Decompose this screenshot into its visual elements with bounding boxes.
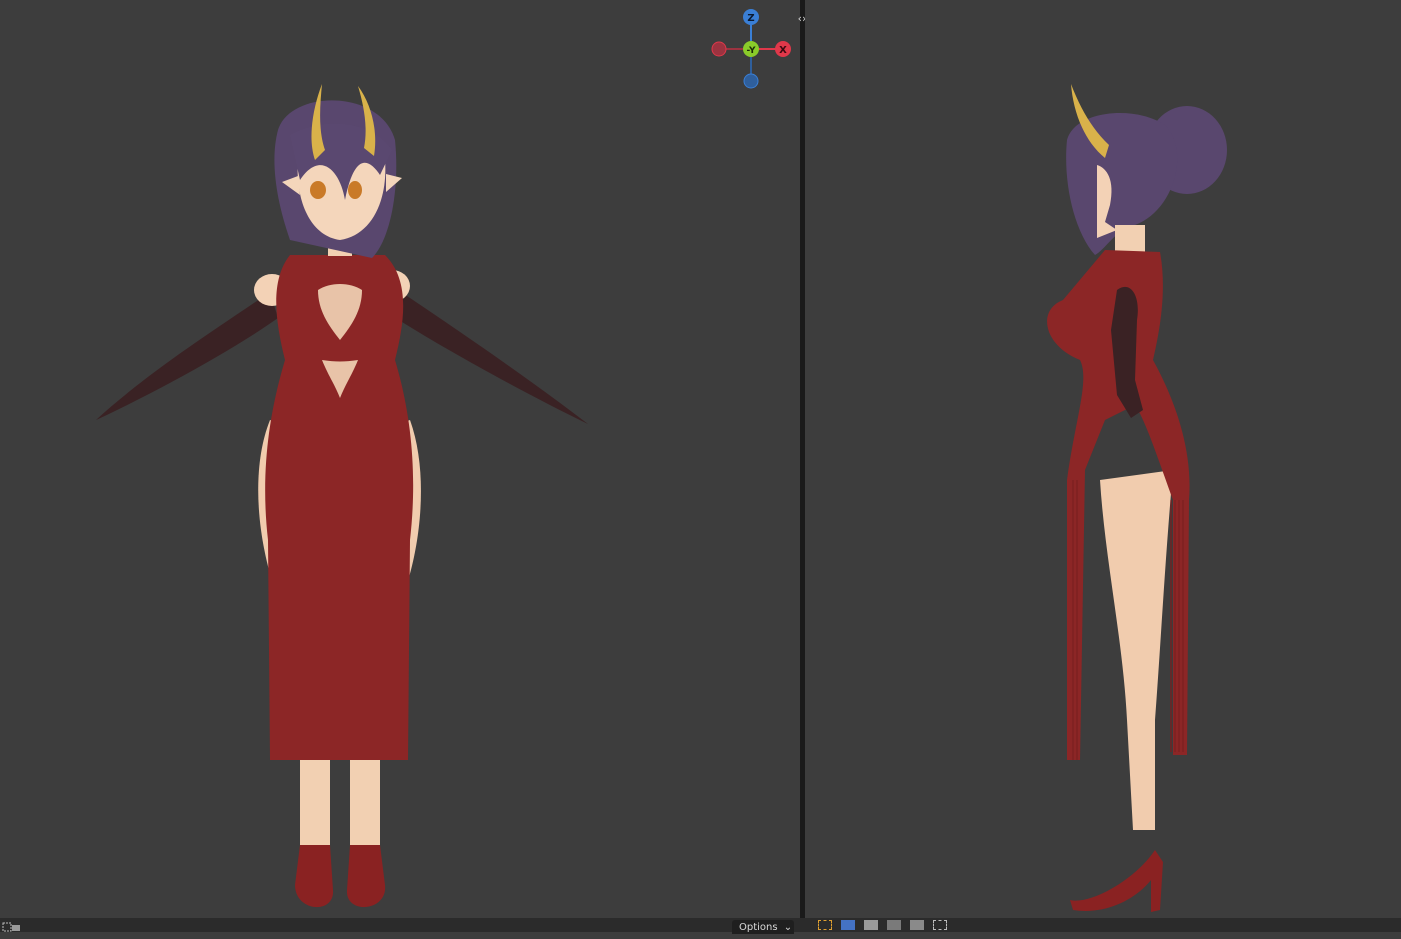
gizmo-neg-z-axis[interactable]: [743, 73, 759, 89]
character-front-figure: [96, 84, 588, 908]
bottom-toolbar: [0, 918, 1401, 932]
select-box-icon[interactable]: [2, 921, 22, 932]
cursor-select-icon[interactable]: [818, 920, 832, 930]
select-intersect-icon[interactable]: [933, 920, 948, 930]
viewport-front[interactable]: Z X -Y: [0, 0, 800, 918]
selection-mode-tools: [818, 920, 951, 932]
select-new-icon[interactable]: [841, 920, 856, 930]
gizmo-neg-x-axis[interactable]: [711, 41, 727, 57]
character-side-figure: [1047, 84, 1227, 912]
options-label: Options: [739, 922, 778, 933]
viewport-side[interactable]: [805, 0, 1401, 918]
select-extend-icon[interactable]: [864, 920, 879, 930]
select-invert-icon[interactable]: [910, 920, 925, 930]
gizmo-z-label: Z: [747, 13, 754, 24]
gizmo-x-label: X: [779, 45, 787, 56]
gizmo-y-label: -Y: [747, 46, 756, 56]
chevron-down-icon: ⌄: [783, 922, 793, 933]
navigation-gizmo[interactable]: Z X -Y: [706, 6, 796, 96]
select-subtract-icon[interactable]: [887, 920, 902, 930]
